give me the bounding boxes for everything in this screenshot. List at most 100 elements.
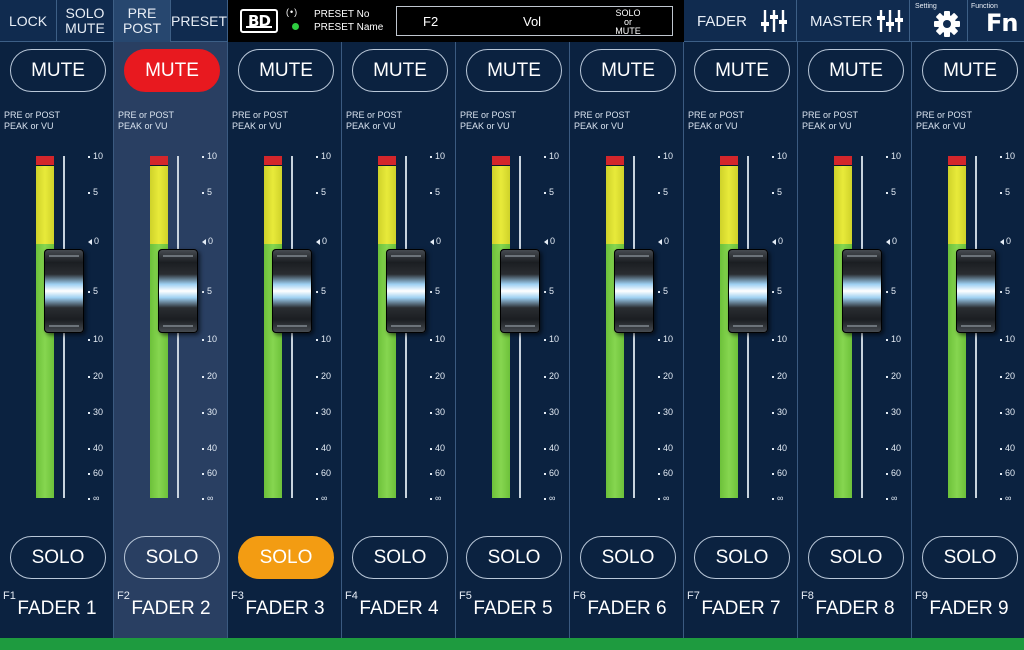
solo-button[interactable]: SOLO xyxy=(124,536,220,579)
mode-line-peak-vu: PEAK or VU xyxy=(802,121,852,131)
fader-knob[interactable] xyxy=(386,249,426,333)
function-button[interactable]: Function Fn xyxy=(968,0,1024,42)
fader-name[interactable]: FADER 9 xyxy=(912,598,1024,620)
settings-button[interactable]: Setting xyxy=(910,0,968,42)
scale-tick: 5 xyxy=(202,187,226,197)
scale-tick-label: 60 xyxy=(1005,468,1016,478)
solo-button[interactable]: SOLO xyxy=(238,536,334,579)
scale-tick: 5 xyxy=(544,286,568,296)
solo-mute-mode-button[interactable]: SOLO MUTE xyxy=(57,0,114,42)
fader-name[interactable]: FADER 4 xyxy=(342,598,456,620)
scale-tick-label: 30 xyxy=(663,407,674,417)
gear-icon xyxy=(934,11,960,37)
scale-tick: ∞ xyxy=(202,493,226,503)
scale-tick-label: 10 xyxy=(207,151,218,161)
solo-button[interactable]: SOLO xyxy=(694,536,790,579)
scale-tick: 10 xyxy=(316,334,340,344)
scale-tick-label: 40 xyxy=(321,443,332,453)
scale-tick-label: 5 xyxy=(207,286,213,296)
fader-view-button[interactable]: FADER xyxy=(684,0,797,42)
scale-tick-label: 10 xyxy=(93,151,104,161)
scale-tick: 60 xyxy=(772,468,796,478)
scale-tick-label: 10 xyxy=(549,151,560,161)
fader-knob[interactable] xyxy=(272,249,312,333)
scale-tick-label: 10 xyxy=(891,151,902,161)
solo-button[interactable]: SOLO xyxy=(466,536,562,579)
channel-strip-9: MUTE PRE or POST PEAK or VU 10 5 0 5 10 20 30 40 60… xyxy=(912,42,1024,638)
fader-knob[interactable] xyxy=(728,249,768,333)
scale-tick-label: 0 xyxy=(436,236,442,246)
scale-tick-label: 10 xyxy=(93,334,104,344)
scale-tick-label: 60 xyxy=(435,468,446,478)
scale-tick-label: 20 xyxy=(663,371,674,381)
meter-mode-label: PRE or POST PEAK or VU xyxy=(460,110,516,132)
fader-knob[interactable] xyxy=(956,249,996,333)
fader-name[interactable]: FADER 6 xyxy=(570,598,684,620)
scale-tick: 40 xyxy=(544,443,568,453)
meter-yellow-segment xyxy=(378,166,396,244)
fader-name[interactable]: FADER 7 xyxy=(684,598,798,620)
master-view-button[interactable]: MASTER xyxy=(797,0,910,42)
scale-tick-label: 10 xyxy=(777,151,788,161)
mode-line-peak-vu: PEAK or VU xyxy=(574,121,624,131)
fader-name[interactable]: FADER 1 xyxy=(0,598,114,620)
scale-tick-label: 40 xyxy=(93,443,104,453)
mode-line-peak-vu: PEAK or VU xyxy=(688,121,738,131)
scale-tick: 20 xyxy=(544,371,568,381)
fader-name[interactable]: FADER 5 xyxy=(456,598,570,620)
fader-knob[interactable] xyxy=(158,249,198,333)
scale-tick: 30 xyxy=(316,407,340,417)
scale-tick-label: 20 xyxy=(891,371,902,381)
scale-tick-label: 10 xyxy=(321,334,332,344)
meter-mode-label: PRE or POST PEAK or VU xyxy=(4,110,60,132)
scale-tick: 5 xyxy=(886,286,910,296)
fader-name[interactable]: FADER 2 xyxy=(114,598,228,620)
mode-line-peak-vu: PEAK or VU xyxy=(460,121,510,131)
scale-tick: 5 xyxy=(772,187,796,197)
scale-tick: ∞ xyxy=(88,493,112,503)
mode-line-peak-vu: PEAK or VU xyxy=(118,121,168,131)
solo-button[interactable]: SOLO xyxy=(922,536,1018,579)
scale-tick: 10 xyxy=(430,334,454,344)
pre-post-button[interactable]: PRE POST xyxy=(114,0,171,42)
fader-knob[interactable] xyxy=(500,249,540,333)
meter-mode-label: PRE or POST PEAK or VU xyxy=(688,110,744,132)
scale-tick-label: 10 xyxy=(891,334,902,344)
meter-clip-segment xyxy=(36,156,54,165)
lock-button[interactable]: LOCK xyxy=(0,0,57,42)
meter-clip-segment xyxy=(150,156,168,165)
scale-tick-label: 10 xyxy=(435,334,446,344)
meter-mode-label: PRE or POST PEAK or VU xyxy=(232,110,288,132)
solo-button[interactable]: SOLO xyxy=(808,536,904,579)
channel-strip-8: MUTE PRE or POST PEAK or VU 10 5 0 5 10 20 30 40 60… xyxy=(798,42,912,638)
scale-tick-label: 40 xyxy=(891,443,902,453)
fn-icon: Fn xyxy=(986,9,1019,37)
solo-button[interactable]: SOLO xyxy=(352,536,448,579)
scale-tick-label: 10 xyxy=(663,334,674,344)
preset-button[interactable]: PRESET xyxy=(171,0,228,42)
fader-name[interactable]: FADER 8 xyxy=(798,598,912,620)
scale-tick: 5 xyxy=(202,286,226,296)
scale-tick-label: 40 xyxy=(1005,443,1016,453)
fader-knob[interactable] xyxy=(44,249,84,333)
scale-tick-label: 10 xyxy=(207,334,218,344)
scale-tick-label: 20 xyxy=(207,371,218,381)
solo-button[interactable]: SOLO xyxy=(580,536,676,579)
mode-indicator: SOLO or MUTE xyxy=(607,9,649,36)
scale-tick: ∞ xyxy=(316,493,340,503)
scale-tick: 60 xyxy=(658,468,682,478)
scale-tick-label: 30 xyxy=(207,407,218,417)
fader-name[interactable]: FADER 3 xyxy=(228,598,342,620)
channel-strip-7: MUTE PRE or POST PEAK or VU 10 5 0 5 10 20 30 40 60… xyxy=(684,42,798,638)
scale-tick: 10 xyxy=(1000,151,1024,161)
solo-button[interactable]: SOLO xyxy=(10,536,106,579)
fader-knob[interactable] xyxy=(842,249,882,333)
meter-mode-label: PRE or POST PEAK or VU xyxy=(574,110,630,132)
scale-tick: 5 xyxy=(772,286,796,296)
mute-label: MUTE xyxy=(943,59,997,81)
meter-yellow-segment xyxy=(834,166,852,244)
solo-label: SOLO xyxy=(715,546,769,568)
scale-tick-label: 5 xyxy=(891,187,897,197)
fader-knob[interactable] xyxy=(614,249,654,333)
scale-tick: 0 xyxy=(772,236,796,246)
